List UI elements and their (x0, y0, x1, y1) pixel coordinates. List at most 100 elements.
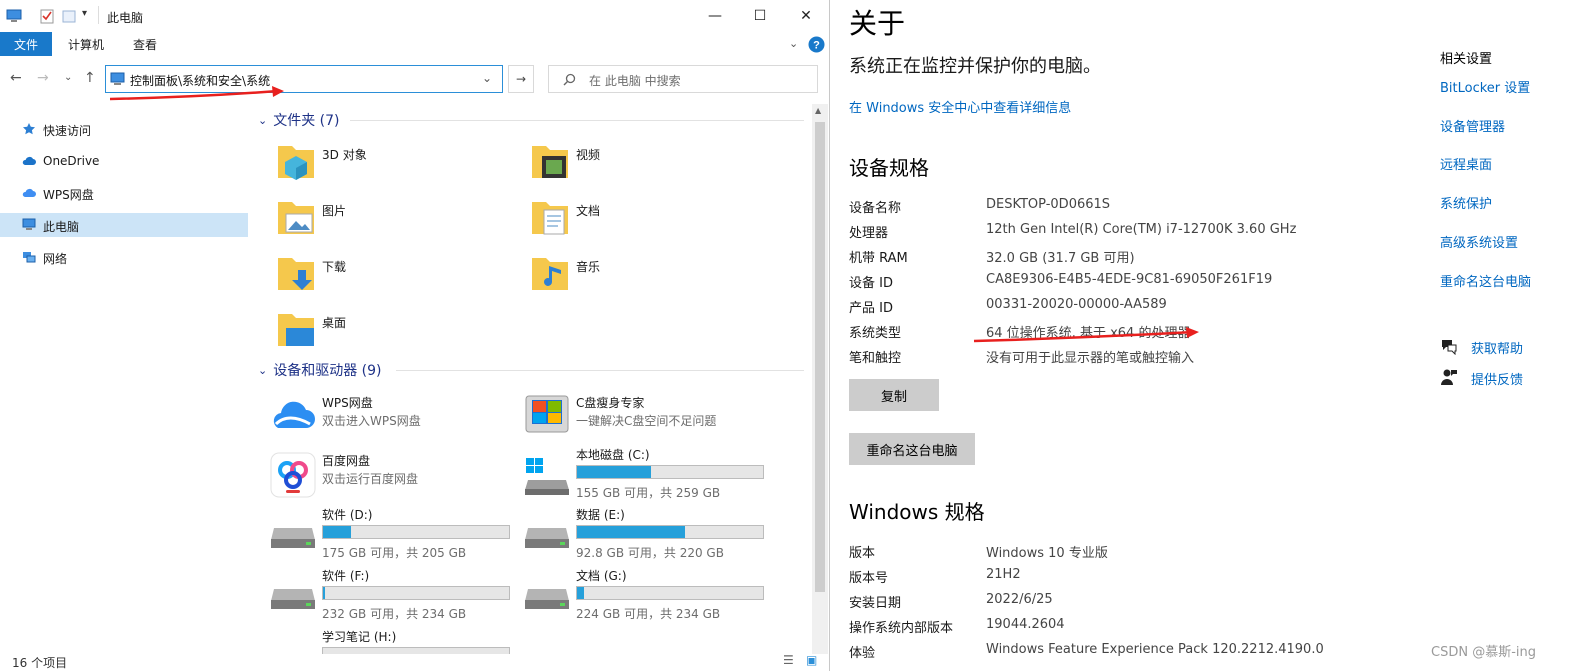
drive-f[interactable]: 软件 (F:) 232 GB 可用，共 234 GB (270, 567, 520, 623)
folder-documents[interactable]: 文档 (530, 198, 770, 246)
computer-icon (110, 72, 125, 85)
up-arrow-icon[interactable]: ↑ (84, 70, 96, 86)
windows-drive-icon (525, 458, 569, 495)
group-divider (350, 120, 804, 121)
folder-videos[interactable]: 视频 (530, 142, 770, 190)
give-feedback-link[interactable]: 提供反馈 (1471, 369, 1523, 388)
music-folder-icon (532, 258, 568, 290)
drive-icon (525, 589, 569, 609)
security-center-link[interactable]: 在 Windows 安全中心中查看详细信息 (849, 97, 1071, 116)
folder-name: 桌面 (322, 316, 347, 330)
title-bar[interactable]: ▾ 此电脑 — ☐ ✕ (0, 0, 829, 32)
close-button[interactable]: ✕ (783, 0, 829, 32)
windows-specs-title: Windows 规格 (849, 500, 985, 524)
drive-free-space: 232 GB 可用，共 234 GB (322, 607, 467, 621)
sidebar-item-quick-access[interactable]: 快速访问 (0, 117, 248, 141)
drive-usage-bar (322, 525, 510, 539)
rename-pc-button[interactable]: 重命名这台电脑 (849, 433, 975, 465)
device-c-cleaner[interactable]: C盘瘦身专家 一键解决C盘空间不足问题 (524, 394, 774, 450)
drive-name: 软件 (F:) (322, 569, 370, 583)
page-title: 关于 (849, 7, 906, 40)
recent-locations-icon[interactable]: ⌄ (64, 72, 72, 83)
folder-name: 3D 对象 (322, 148, 367, 162)
spec-value: Windows 10 专业版 (986, 546, 1108, 561)
search-box[interactable]: 在 此电脑 中搜索 (548, 65, 818, 93)
quick-access-dropdown-icon[interactable]: ▾ (82, 8, 87, 19)
spec-value: Windows Feature Experience Pack 120.2212… (986, 642, 1324, 657)
vertical-scrollbar[interactable]: ▲ (812, 104, 828, 654)
properties-icon[interactable] (39, 8, 55, 24)
new-folder-icon[interactable] (61, 8, 77, 24)
group-header-folders[interactable]: ⌄ 文件夹 (7) (258, 110, 340, 130)
spec-value: 19044.2604 (986, 617, 1065, 632)
group-header-devices[interactable]: ⌄ 设备和驱动器 (9) (258, 360, 382, 380)
drive-free-space: 92.8 GB 可用，共 220 GB (576, 546, 724, 560)
spec-label: 机带 RAM (849, 251, 908, 266)
drive-g[interactable]: 文档 (G:) 224 GB 可用，共 234 GB (524, 567, 774, 623)
drive-c[interactable]: 本地磁盘 (C:) 155 GB 可用，共 259 GB (524, 446, 774, 502)
go-arrow-button[interactable]: → (508, 65, 534, 93)
ribbon-expand-icon[interactable]: ⌄ (789, 37, 798, 50)
spec-label: 版本号 (849, 571, 889, 586)
forward-arrow-icon[interactable]: → (37, 70, 49, 86)
details-view-icon[interactable]: ☰ (783, 653, 794, 667)
device-manager-link[interactable]: 设备管理器 (1440, 116, 1505, 135)
sidebar-item-this-pc[interactable]: 此电脑 (0, 213, 248, 237)
drive-usage-fill (323, 526, 351, 538)
drive-e[interactable]: 数据 (E:) 92.8 GB 可用，共 220 GB (524, 506, 774, 562)
drive-icon (271, 589, 315, 609)
advanced-system-settings-link[interactable]: 高级系统设置 (1440, 232, 1518, 251)
svg-text:?: ? (813, 40, 820, 52)
spec-label: 设备 ID (849, 276, 893, 291)
tab-computer[interactable]: 计算机 (60, 32, 112, 56)
drive-h[interactable]: 学习笔记 (H:) (270, 628, 520, 654)
sidebar-item-onedrive[interactable]: OneDrive (0, 149, 248, 173)
drive-usage-fill (577, 526, 685, 538)
sidebar-item-network[interactable]: 网络 (0, 245, 248, 269)
tab-view[interactable]: 查看 (120, 32, 170, 56)
bitlocker-link[interactable]: BitLocker 设置 (1440, 77, 1530, 96)
maximize-button[interactable]: ☐ (737, 0, 783, 32)
drive-free-space: 175 GB 可用，共 205 GB (322, 546, 467, 560)
sidebar-item-wps[interactable]: WPS网盘 (0, 181, 248, 205)
back-arrow-icon[interactable]: ← (10, 70, 22, 86)
folder-music[interactable]: 音乐 (530, 254, 770, 302)
folder-3d-objects[interactable]: 3D 对象 (276, 142, 516, 190)
cloud-icon (22, 156, 36, 165)
device-name: 百度网盘 (322, 454, 371, 468)
spec-value: 12th Gen Intel(R) Core(TM) i7-12700K 3.6… (986, 222, 1297, 237)
large-icons-view-icon[interactable]: ▣ (806, 653, 817, 667)
rename-pc-link[interactable]: 重命名这台电脑 (1440, 271, 1531, 290)
computer-icon (22, 218, 36, 230)
device-baidu[interactable]: 百度网盘 双击运行百度网盘 (270, 452, 520, 508)
drive-free-space: 224 GB 可用，共 234 GB (576, 607, 721, 621)
folder-pictures[interactable]: 图片 (276, 198, 516, 246)
wps-cloud-icon (273, 401, 315, 428)
drive-name: 数据 (E:) (576, 508, 625, 522)
spec-value: 没有可用于此显示器的笔或触控输入 (986, 351, 1195, 366)
folder-downloads[interactable]: 下载 (276, 254, 516, 302)
minimize-button[interactable]: — (692, 0, 738, 32)
device-wps[interactable]: WPS网盘 双击进入WPS网盘 (270, 394, 520, 450)
status-bar: 16 个项目 ☰ ▣ (0, 652, 829, 671)
get-help-link[interactable]: 获取帮助 (1471, 338, 1523, 357)
tab-file[interactable]: 文件 (0, 32, 52, 56)
remote-desktop-link[interactable]: 远程桌面 (1440, 154, 1492, 173)
folder-desktop[interactable]: 桌面 (276, 310, 516, 358)
spec-label: 安装日期 (849, 596, 902, 611)
drive-usage-bar (576, 465, 764, 479)
drive-d[interactable]: 软件 (D:) 175 GB 可用，共 205 GB (270, 506, 520, 562)
group-title: 设备和驱动器 (9) (273, 363, 382, 379)
help-icon[interactable]: ? (808, 36, 825, 53)
search-placeholder: 在 此电脑 中搜索 (589, 74, 681, 88)
address-dropdown-icon[interactable]: ⌄ (482, 71, 492, 85)
folder-name: 音乐 (576, 260, 601, 274)
ribbon-tabs: 文件 计算机 查看 ⌄ ? (0, 32, 829, 56)
scrollbar-thumb[interactable] (815, 122, 825, 592)
system-protection-link[interactable]: 系统保护 (1440, 193, 1492, 212)
group-divider (396, 370, 804, 371)
copy-button[interactable]: 复制 (849, 379, 939, 411)
scroll-up-icon[interactable]: ▲ (815, 106, 821, 115)
window-title: 此电脑 (107, 11, 144, 25)
search-icon (563, 73, 576, 86)
